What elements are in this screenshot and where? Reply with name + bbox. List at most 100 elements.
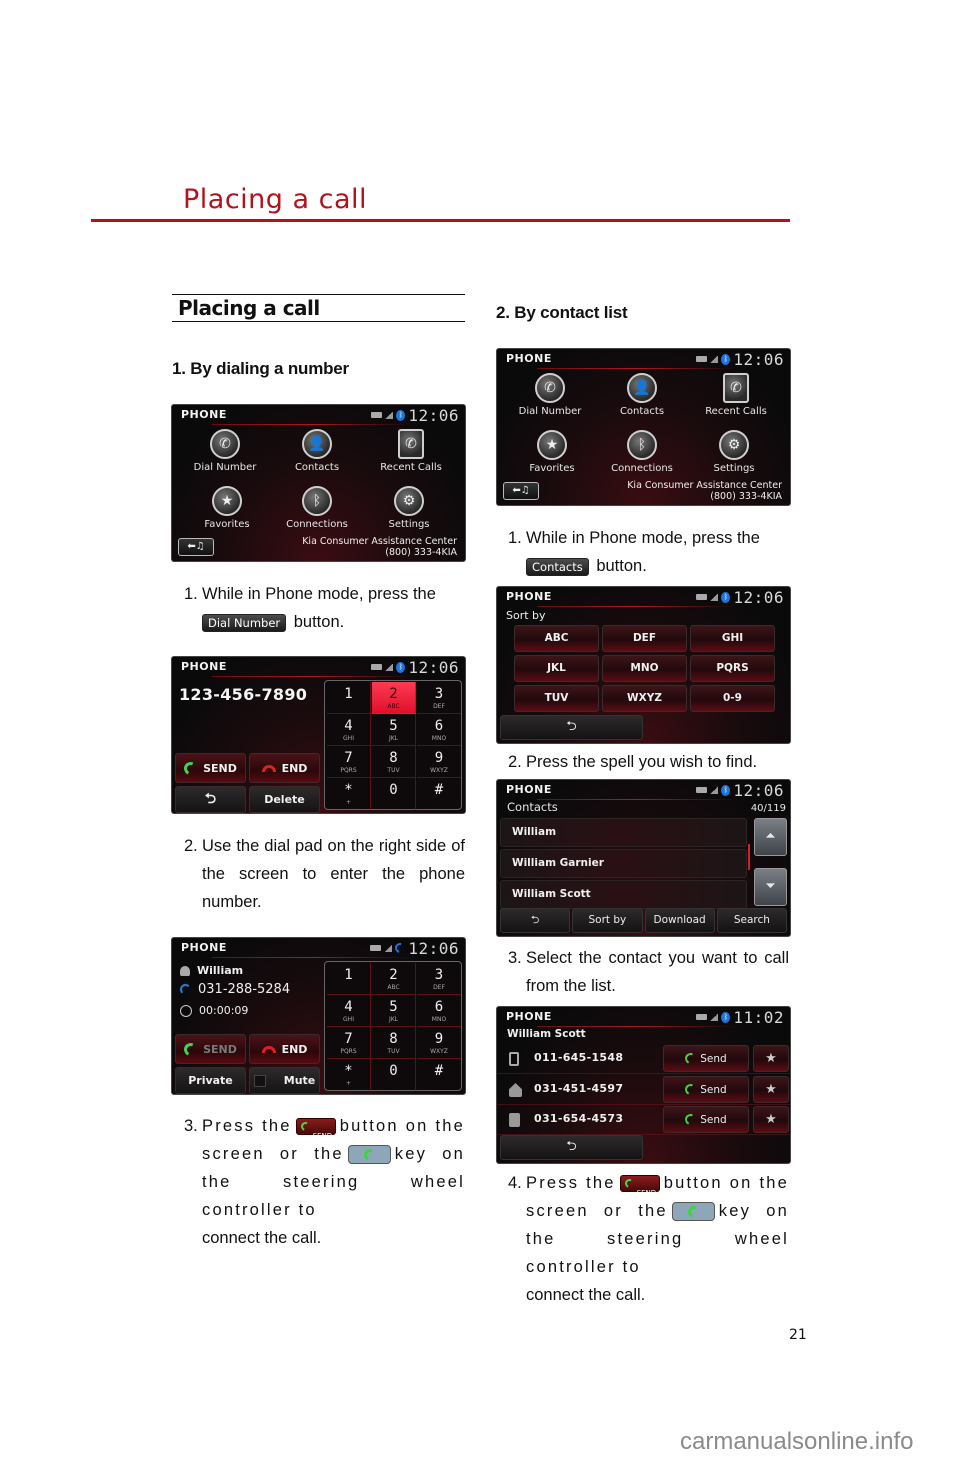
menu-recent-calls[interactable]: ✆ Recent Calls xyxy=(687,369,785,426)
right-step-2: 2. Press the spell you wish to find. xyxy=(508,748,789,776)
dial-key[interactable]: 3 DEF xyxy=(417,963,461,995)
menu-settings[interactable]: ⚙ Settings xyxy=(360,482,458,539)
favorites-icon: ★ xyxy=(212,486,242,516)
dial-key[interactable]: 4 GHI xyxy=(327,714,371,746)
dial-key[interactable]: 4 GHI xyxy=(327,995,371,1027)
dial-key[interactable]: # xyxy=(417,778,461,810)
step-text: connect the call. xyxy=(202,1229,322,1247)
key-digit: 2 xyxy=(389,967,398,983)
favorite-star-button[interactable]: ★ xyxy=(753,1106,789,1133)
mute-button[interactable]: Mute xyxy=(249,1067,320,1094)
download-button[interactable]: Download xyxy=(644,908,715,933)
sort-option-button[interactable]: ABC xyxy=(514,625,599,652)
dial-key[interactable]: 5 JKL xyxy=(372,714,416,746)
menu-contacts[interactable]: 👤 Contacts xyxy=(593,369,691,426)
favorite-star-button[interactable]: ★ xyxy=(753,1045,789,1072)
menu-settings[interactable]: ⚙ Settings xyxy=(685,426,783,483)
dial-key[interactable]: 8 TUV xyxy=(372,1027,416,1059)
number-row: 011-645-1548 Send ★ xyxy=(497,1044,790,1074)
menu-connections[interactable]: ᛒ Connections xyxy=(593,426,691,483)
screen-header: PHONE ᛒ 12:06 xyxy=(172,405,465,425)
right-step-1: 1. While in Phone mode, press the Contact… xyxy=(508,524,789,580)
mute-checkbox[interactable] xyxy=(253,1074,266,1087)
dial-key[interactable]: 0 xyxy=(372,1059,416,1091)
dial-key[interactable]: * + xyxy=(327,778,371,810)
dial-key[interactable]: 7 PQRS xyxy=(327,1027,371,1059)
screen-title: PHONE xyxy=(506,590,552,603)
menu-recent-calls[interactable]: ✆ Recent Calls xyxy=(362,425,460,482)
private-button[interactable]: Private xyxy=(175,1067,246,1094)
menu-favorites[interactable]: ★ Favorites xyxy=(178,482,276,539)
dial-key[interactable]: 5 JKL xyxy=(372,995,416,1027)
send-button[interactable]: SEND xyxy=(175,753,246,783)
sort-option-button[interactable]: JKL xyxy=(514,655,599,682)
chapter-title: Placing a call xyxy=(183,184,368,215)
phone-send-icon xyxy=(686,1204,702,1220)
send-button[interactable]: Send xyxy=(663,1106,749,1133)
end-button[interactable]: END xyxy=(249,753,320,783)
sort-option-button[interactable]: TUV xyxy=(514,685,599,712)
dial-key[interactable]: 3 DEF xyxy=(417,682,461,714)
assistance-line-1: Kia Consumer Assistance Center xyxy=(302,536,457,547)
dial-key[interactable]: 6 MNO xyxy=(417,714,461,746)
step-number: 2. xyxy=(508,753,522,771)
back-button[interactable]: ⮌ xyxy=(500,908,571,933)
contact-row[interactable]: William Garnier xyxy=(500,849,747,878)
signal-icon xyxy=(384,944,393,952)
send-inline-button: SEND xyxy=(295,1118,336,1140)
end-button[interactable]: END xyxy=(249,1034,320,1064)
back-media-button[interactable]: ⬅♫ xyxy=(503,482,539,500)
dial-key[interactable]: 1 xyxy=(327,682,371,714)
scroll-down-button[interactable]: ⏷ xyxy=(754,868,787,906)
send-button[interactable]: Send xyxy=(663,1045,749,1072)
back-button[interactable]: ⮌ xyxy=(500,715,643,740)
dial-key[interactable]: 9 WXYZ xyxy=(417,746,461,778)
sort-option-button[interactable]: DEF xyxy=(602,625,687,652)
menu-favorites[interactable]: ★ Favorites xyxy=(503,426,601,483)
send-inline-label: SEND xyxy=(312,1132,333,1141)
phone-number: 011-645-1548 xyxy=(534,1051,624,1064)
sort-option-button[interactable]: MNO xyxy=(602,655,687,682)
dial-key[interactable]: 6 MNO xyxy=(417,995,461,1027)
back-media-button[interactable]: ⬅♫ xyxy=(178,538,214,556)
sort-by-button[interactable]: Sort by xyxy=(572,908,643,933)
step-number: 2. xyxy=(184,837,198,855)
sort-option-button[interactable]: 0-9 xyxy=(690,685,775,712)
scroll-up-button[interactable]: ⏶ xyxy=(754,818,787,856)
menu-connections[interactable]: ᛒ Connections xyxy=(268,482,366,539)
back-button[interactable]: ⮌ xyxy=(500,1135,643,1160)
dial-key[interactable]: * + xyxy=(327,1059,371,1091)
dial-key[interactable]: 1 xyxy=(327,963,371,995)
favorite-star-button[interactable]: ★ xyxy=(753,1076,789,1103)
dial-key[interactable]: # xyxy=(417,1059,461,1091)
left-step-2: 2. Use the dial pad on the right side of… xyxy=(184,832,465,916)
assistance-info: Kia Consumer Assistance Center (800) 333… xyxy=(302,536,457,558)
sort-option-button[interactable]: PQRS xyxy=(690,655,775,682)
menu-dial-number[interactable]: ✆ Dial Number xyxy=(501,369,599,426)
dial-key[interactable]: 8 TUV xyxy=(372,746,416,778)
contact-row[interactable]: William xyxy=(500,818,747,847)
dial-key[interactable]: 7 PQRS xyxy=(327,746,371,778)
scrollbar[interactable] xyxy=(748,844,750,870)
step-text: connect the call. xyxy=(526,1286,646,1304)
call-duration-row: 00:00:09 xyxy=(180,1004,248,1017)
sort-option-button[interactable]: GHI xyxy=(690,625,775,652)
dial-key[interactable]: 2 ABC xyxy=(372,682,416,714)
send-button[interactable]: SEND xyxy=(175,1034,246,1064)
key-digit: 9 xyxy=(434,750,444,766)
contact-row[interactable]: William Scott xyxy=(500,880,747,909)
contacts-list-screen: PHONE ᛒ 12:06 Contacts 40/119 William Wi… xyxy=(496,779,791,937)
back-button[interactable]: ⮌ xyxy=(175,786,246,813)
subheading-contact-list: 2. By contact list xyxy=(496,303,628,322)
delete-button[interactable]: Delete xyxy=(249,786,320,813)
menu-dial-number[interactable]: ✆ Dial Number xyxy=(176,425,274,482)
dial-key[interactable]: 0 xyxy=(372,778,416,810)
home-icon xyxy=(509,1083,522,1097)
search-button[interactable]: Search xyxy=(716,908,787,933)
dial-key[interactable]: 9 WXYZ xyxy=(417,1027,461,1059)
dial-key[interactable]: 2 ABC xyxy=(372,963,416,995)
send-button[interactable]: Send xyxy=(663,1076,749,1103)
sort-option-button[interactable]: WXYZ xyxy=(602,685,687,712)
menu-contacts[interactable]: 👤 Contacts xyxy=(268,425,366,482)
assistance-line-2: (800) 333-4KIA xyxy=(385,547,457,558)
